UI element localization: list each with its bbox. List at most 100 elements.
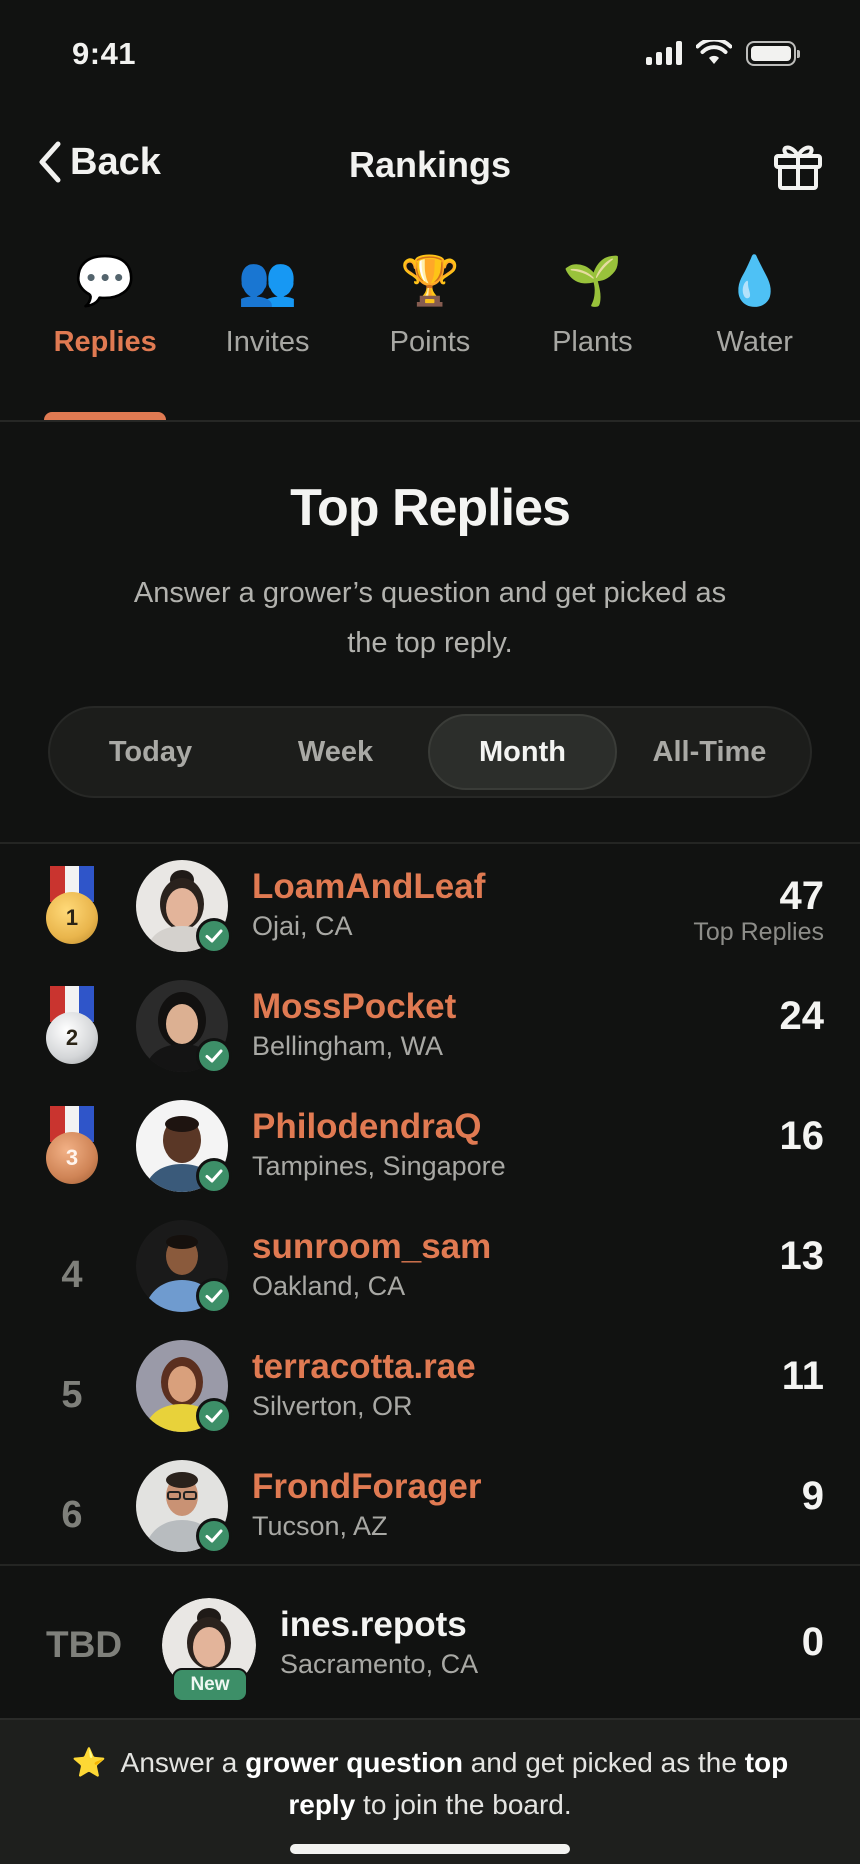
gift-button[interactable] bbox=[772, 140, 824, 192]
tab-label: Plants bbox=[552, 326, 633, 358]
current-user-rank: TBD bbox=[46, 1624, 123, 1665]
avatar bbox=[136, 1340, 232, 1434]
tab-plants[interactable]: 🌱 Plants bbox=[511, 250, 673, 420]
username: ines.repots bbox=[280, 1605, 467, 1644]
silver-medal-icon: 2 bbox=[46, 1012, 98, 1064]
username[interactable]: LoamAndLeaf bbox=[252, 866, 485, 908]
nav-bar: Back Rankings bbox=[0, 130, 860, 200]
avatar bbox=[136, 1100, 232, 1194]
wifi-icon bbox=[696, 40, 732, 64]
verified-check-icon bbox=[196, 1158, 232, 1194]
avatar: New bbox=[162, 1598, 256, 1702]
leaderboard-list: 1 LoamAndLeaf Ojai, CA 47 Top Replies 2 … bbox=[0, 850, 860, 1570]
rank-number: 4 bbox=[61, 1254, 83, 1296]
location: Tampines, Singapore bbox=[252, 1151, 506, 1181]
location: Oakland, CA bbox=[252, 1271, 406, 1301]
user-info: FrondForager Tucson, AZ bbox=[252, 1466, 481, 1544]
username[interactable]: sunroom_sam bbox=[252, 1226, 491, 1268]
section-subtitle: Answer a grower’s question and get picke… bbox=[133, 577, 727, 659]
bronze-medal-icon: 3 bbox=[46, 1132, 98, 1184]
avatar bbox=[136, 860, 232, 954]
tab-replies[interactable]: 💬 Replies bbox=[24, 250, 186, 420]
water-drop-icon: 💧 bbox=[724, 253, 785, 309]
verified-check-icon bbox=[196, 1278, 232, 1314]
user-info: ines.repots Sacramento, CA bbox=[280, 1604, 478, 1682]
avatar bbox=[136, 1220, 232, 1314]
user-info: LoamAndLeaf Ojai, CA bbox=[252, 866, 485, 944]
period-selector: Today Week Month All-Time bbox=[48, 706, 812, 798]
score: 47 bbox=[779, 874, 825, 918]
gold-medal-icon: 1 bbox=[46, 892, 98, 944]
rank-number: 3 bbox=[65, 1145, 79, 1170]
leaderboard-row[interactable]: 2 MossPocket Bellingham, WA 24 bbox=[0, 970, 860, 1090]
username[interactable]: MossPocket bbox=[252, 986, 456, 1028]
score: 9 bbox=[801, 1474, 824, 1518]
page-title: Rankings bbox=[348, 144, 512, 185]
status-time: 9:41 bbox=[72, 36, 137, 71]
leaderboard-row[interactable]: 1 LoamAndLeaf Ojai, CA 47 Top Replies bbox=[0, 850, 860, 970]
speech-bubble-icon: 💬 bbox=[75, 253, 136, 309]
score: 0 bbox=[801, 1620, 824, 1664]
status-bar: 9:41 bbox=[0, 0, 860, 110]
rank-number: 2 bbox=[65, 1025, 79, 1050]
avatar bbox=[136, 980, 232, 1074]
leaderboard-row[interactable]: 6 FrondForager Tucson, AZ 9 bbox=[0, 1450, 860, 1570]
rank-number: 1 bbox=[65, 905, 79, 930]
banner-text: ⭐ Answer a grower question and get picke… bbox=[40, 1742, 820, 1826]
user-info: MossPocket Bellingham, WA bbox=[252, 986, 456, 1064]
location: Sacramento, CA bbox=[280, 1649, 479, 1679]
username[interactable]: terracotta.rae bbox=[252, 1346, 476, 1388]
user-info: PhilodendraQ Tampines, Singapore bbox=[252, 1106, 506, 1184]
verified-check-icon bbox=[196, 918, 232, 954]
location: Bellingham, WA bbox=[252, 1031, 444, 1061]
divider bbox=[0, 1564, 860, 1566]
tab-label: Points bbox=[389, 326, 471, 358]
active-tab-indicator bbox=[44, 412, 166, 420]
user-info: terracotta.rae Silverton, OR bbox=[252, 1346, 476, 1424]
verified-check-icon bbox=[196, 1038, 232, 1074]
period-all-time[interactable]: All-Time bbox=[617, 714, 802, 790]
gift-icon bbox=[774, 145, 822, 190]
score-caption: Top Replies bbox=[693, 918, 824, 946]
seedling-icon: 🌱 bbox=[562, 253, 623, 309]
trophy-icon: 🏆 bbox=[400, 253, 460, 309]
rank-cell: 6 bbox=[40, 1466, 104, 1556]
leaderboard-row[interactable]: 5 terracotta.rae Silverton, OR 11 bbox=[0, 1330, 860, 1450]
tab-water[interactable]: 💧 Water bbox=[674, 250, 836, 420]
home-indicator[interactable] bbox=[290, 1844, 570, 1854]
rank-medal: 2 bbox=[40, 986, 104, 1076]
rank-cell: 4 bbox=[40, 1226, 104, 1316]
rank-cell: 5 bbox=[40, 1346, 104, 1436]
current-user-row[interactable]: TBD New ines.repots Sacramento, CA 0 bbox=[0, 1590, 860, 1702]
user-info: sunroom_sam Oakland, CA bbox=[252, 1226, 491, 1304]
battery-icon bbox=[746, 40, 800, 66]
people-icon: 👥 bbox=[237, 253, 298, 309]
status-icons bbox=[646, 40, 800, 66]
tab-points[interactable]: 🏆 Points bbox=[349, 250, 511, 420]
avatar bbox=[136, 1460, 232, 1554]
username[interactable]: FrondForager bbox=[252, 1466, 481, 1508]
period-today[interactable]: Today bbox=[58, 714, 243, 790]
banner-text-part: to join the board. bbox=[355, 1789, 572, 1820]
username[interactable]: PhilodendraQ bbox=[252, 1106, 506, 1148]
category-tabs: 💬 Replies 👥 Invites 🏆 Points 🌱 Plants 💧 … bbox=[24, 250, 836, 420]
location: Ojai, CA bbox=[252, 911, 353, 941]
verified-check-icon bbox=[196, 1398, 232, 1434]
score: 16 bbox=[779, 1114, 825, 1158]
tab-label: Invites bbox=[225, 326, 310, 358]
divider bbox=[0, 842, 860, 844]
rank-number: 6 bbox=[61, 1494, 83, 1536]
leaderboard-row[interactable]: 4 sunroom_sam Oakland, CA 13 bbox=[0, 1210, 860, 1330]
leaderboard-row[interactable]: 3 PhilodendraQ Tampines, Singapore 16 bbox=[0, 1090, 860, 1210]
new-badge: New bbox=[172, 1668, 248, 1702]
score: 11 bbox=[781, 1354, 824, 1398]
join-board-banner: ⭐ Answer a grower question and get picke… bbox=[0, 1718, 860, 1864]
banner-text-bold: grower question bbox=[245, 1747, 463, 1778]
divider bbox=[0, 420, 860, 422]
rank-medal: 3 bbox=[40, 1106, 104, 1196]
tab-label: Replies bbox=[53, 326, 157, 358]
period-month[interactable]: Month bbox=[428, 714, 617, 790]
tab-invites[interactable]: 👥 Invites bbox=[186, 250, 348, 420]
period-week[interactable]: Week bbox=[243, 714, 428, 790]
score: 13 bbox=[779, 1234, 825, 1278]
